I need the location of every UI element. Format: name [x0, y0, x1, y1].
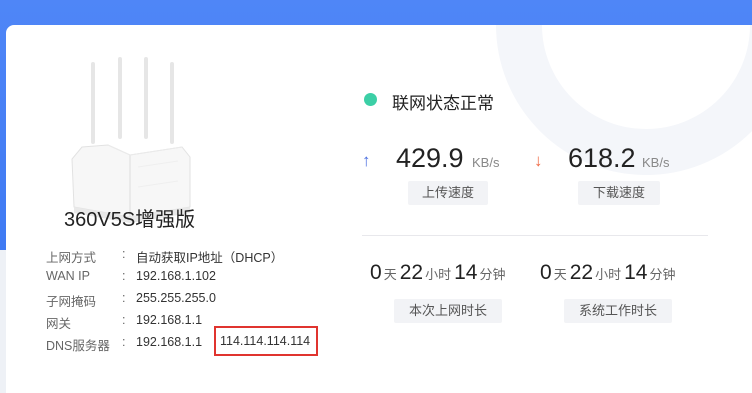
uptime-day-unit: 天	[553, 267, 567, 282]
info-colon: :	[122, 247, 126, 261]
info-label: 子网掩码	[46, 295, 97, 309]
status-dot	[364, 93, 377, 106]
info-row-dns: DNS服务器 : 192.168.1.1 114.114.114.114	[46, 326, 346, 356]
info-label: WAN IP	[46, 269, 90, 283]
online-hours: 22	[399, 261, 424, 284]
online-hour-unit: 小时	[425, 267, 452, 282]
download-arrow-icon: ↓	[534, 151, 543, 170]
online-minute-unit: 分钟	[479, 267, 506, 282]
status-text: 联网状态正常	[392, 94, 494, 113]
info-label: DNS服务器	[46, 339, 110, 353]
info-value: 192.168.1.102	[136, 269, 216, 283]
download-label: 下载速度	[578, 181, 660, 205]
system-uptime: 0 天 22 小时 14 分钟	[540, 261, 678, 285]
secondary-dns-highlight: 114.114.114.114	[214, 326, 318, 356]
uptime-hours: 22	[569, 261, 594, 284]
info-colon: :	[122, 313, 126, 327]
upload-unit: KB/s	[472, 155, 500, 170]
info-row-subnet-mask: 子网掩码 : 255.255.255.0	[46, 288, 346, 310]
uptime-minutes: 14	[624, 261, 648, 284]
download-value: 618.2	[568, 143, 636, 173]
download-unit: KB/s	[642, 155, 670, 170]
info-value: 192.168.1.1	[136, 335, 203, 349]
info-row-connection-type: 上网方式 : 自动获取IP地址（DHCP）	[46, 244, 346, 266]
info-label: 网关	[46, 317, 72, 331]
online-duration: 0 天 22 小时 14 分钟	[370, 261, 508, 285]
system-uptime-label: 系统工作时长	[564, 299, 672, 323]
online-duration-label: 本次上网时长	[394, 299, 502, 323]
online-days: 0	[370, 261, 382, 284]
info-row-wan-ip: WAN IP : 192.168.1.102	[46, 266, 346, 288]
uptime-minute-unit: 分钟	[649, 267, 676, 282]
upload-value: 429.9	[396, 143, 464, 173]
info-colon: :	[122, 291, 126, 305]
info-value: 255.255.255.0	[136, 291, 216, 305]
upload-arrow-icon: ↑	[362, 151, 371, 170]
online-day-unit: 天	[383, 267, 397, 282]
upload-label: 上传速度	[408, 181, 488, 205]
info-label: 上网方式	[46, 251, 97, 265]
router-image	[71, 57, 191, 223]
divider	[362, 235, 708, 236]
device-name: 360V5S增强版	[64, 209, 196, 231]
uptime-hour-unit: 小时	[595, 267, 622, 282]
router-status-card: 360V5S增强版 上网方式 : 自动获取IP地址（DHCP） WAN IP :…	[6, 25, 752, 393]
info-colon: :	[122, 269, 126, 283]
info-value: 自动获取IP地址（DHCP）	[136, 251, 284, 265]
uptime-days: 0	[540, 261, 552, 284]
info-colon: :	[122, 335, 126, 349]
online-minutes: 14	[454, 261, 478, 284]
info-value: 192.168.1.1	[136, 313, 203, 327]
network-info-table: 上网方式 : 自动获取IP地址（DHCP） WAN IP : 192.168.1…	[46, 244, 346, 356]
